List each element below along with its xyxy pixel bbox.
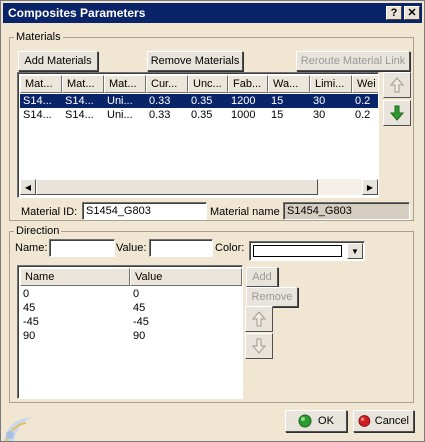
- table-cell: 30: [313, 109, 326, 121]
- material-id-field[interactable]: [82, 202, 207, 220]
- table-cell: S14...: [23, 109, 52, 121]
- materials-group-label: Materials: [16, 31, 61, 43]
- list-cell: 0: [23, 288, 30, 300]
- direction-name-label: Name:: [15, 242, 48, 254]
- table-cell: 0.35: [191, 95, 213, 107]
- table-cell: S14...: [65, 95, 94, 107]
- table-cell: 0.33: [149, 95, 171, 107]
- cancel-icon: [358, 415, 371, 427]
- column-header[interactable]: Wei: [352, 75, 378, 93]
- table-cell: S14...: [23, 95, 52, 107]
- list-cell: -45: [23, 316, 39, 328]
- column-header[interactable]: Limi...: [310, 75, 352, 93]
- column-header[interactable]: Name: [20, 268, 130, 286]
- arrow-down-icon: [389, 105, 405, 121]
- table-cell: 0.2: [355, 109, 371, 121]
- direction-move-down-button[interactable]: [245, 333, 273, 359]
- color-select[interactable]: ▼: [249, 241, 365, 261]
- title-bar: Composites Parameters ? ✕: [3, 3, 422, 23]
- list-cell: 0: [133, 288, 140, 300]
- ok-button[interactable]: OK: [285, 410, 347, 432]
- direction-name-field[interactable]: [49, 239, 115, 257]
- column-header[interactable]: Mat...: [20, 75, 62, 93]
- move-down-button[interactable]: [383, 100, 411, 126]
- scroll-left-icon[interactable]: ◀: [20, 179, 36, 195]
- material-name-label: Material name :: [210, 206, 286, 218]
- column-header[interactable]: Value: [130, 268, 242, 286]
- list-cell: 45: [23, 302, 36, 314]
- chevron-down-icon[interactable]: ▼: [347, 243, 363, 259]
- column-header[interactable]: Unc...: [188, 75, 228, 93]
- remove-direction-button[interactable]: Remove: [246, 287, 298, 307]
- column-header[interactable]: Wa...: [268, 75, 310, 93]
- list-cell: 90: [23, 330, 36, 342]
- add-direction-button[interactable]: Add: [246, 267, 278, 287]
- remove-materials-button[interactable]: Remove Materials: [147, 51, 243, 71]
- scroll-thumb[interactable]: [36, 179, 318, 195]
- list-cell: 90: [133, 330, 146, 342]
- window-title: Composites Parameters: [8, 6, 146, 20]
- reroute-material-link-button[interactable]: Reroute Material Link: [296, 51, 410, 71]
- table-cell: Uni...: [107, 95, 133, 107]
- table-cell: S14...: [65, 109, 94, 121]
- direction-value-field[interactable]: [149, 239, 213, 257]
- cancel-label: Cancel: [374, 415, 409, 427]
- table-cell: 30: [313, 95, 326, 107]
- help-button[interactable]: ?: [386, 6, 402, 20]
- material-id-label: Material ID:: [21, 206, 78, 218]
- move-up-button[interactable]: [383, 72, 411, 98]
- column-header[interactable]: Fab...: [228, 75, 268, 93]
- table-cell: 0.33: [149, 109, 171, 121]
- direction-group-label: Direction: [16, 225, 60, 237]
- table-cell: 0.2: [355, 95, 371, 107]
- app-logo-icon: [4, 417, 32, 441]
- direction-color-label: Color:: [215, 242, 245, 254]
- scroll-right-icon[interactable]: ▶: [362, 179, 378, 195]
- horizontal-scrollbar[interactable]: ◀ ▶: [20, 179, 378, 195]
- close-button[interactable]: ✕: [404, 6, 420, 20]
- directions-list[interactable]: Name Value 0 0 45 45 -45 -45 90 90: [17, 265, 243, 399]
- table-cell: 15: [271, 109, 284, 121]
- arrow-up-icon: [389, 77, 405, 93]
- table-cell: 1200: [231, 95, 256, 107]
- direction-move-up-button[interactable]: [245, 306, 273, 332]
- ok-label: OK: [318, 415, 334, 427]
- table-cell: Uni...: [107, 109, 133, 121]
- arrow-up-icon: [251, 311, 267, 327]
- table-cell: 15: [271, 95, 284, 107]
- ok-icon: [298, 414, 312, 428]
- table-cell: 0.35: [191, 109, 213, 121]
- list-cell: -45: [133, 316, 149, 328]
- color-swatch: [253, 245, 342, 257]
- table-cell: 1000: [231, 109, 256, 121]
- material-name-field[interactable]: [283, 202, 410, 220]
- column-header[interactable]: Cur...: [146, 75, 188, 93]
- add-materials-button[interactable]: Add Materials: [18, 51, 98, 71]
- direction-value-label: Value:: [116, 242, 147, 254]
- list-cell: 45: [133, 302, 146, 314]
- column-header[interactable]: Mat...: [104, 75, 146, 93]
- arrow-down-icon: [251, 338, 267, 354]
- cancel-button[interactable]: Cancel: [353, 410, 414, 432]
- dialog-window: Composites Parameters ? ✕ Materials Add …: [0, 0, 425, 442]
- materials-table[interactable]: Mat... Mat... Mat... Cur... Unc... Fab..…: [17, 72, 379, 198]
- column-header[interactable]: Mat...: [62, 75, 104, 93]
